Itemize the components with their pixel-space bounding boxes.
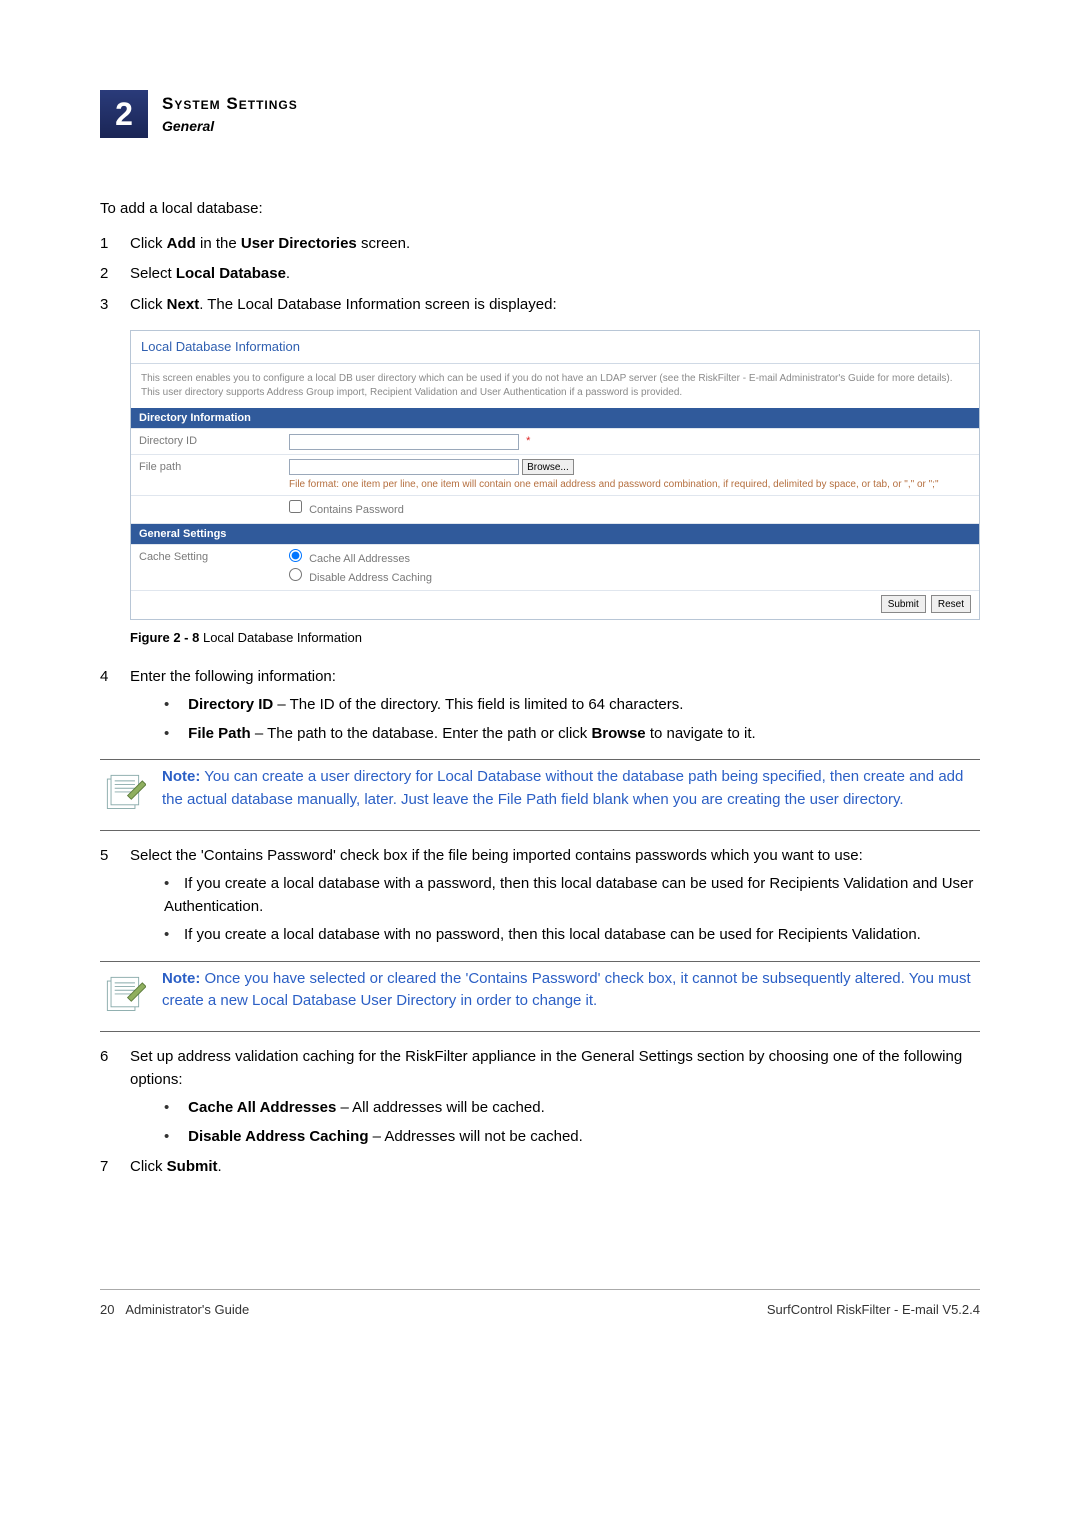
figure-caption-bold: Figure 2 - 8 xyxy=(130,630,199,645)
step-2-text-a: Select xyxy=(130,265,176,282)
step-7-text-a: Click xyxy=(130,1158,167,1175)
step-6-bullet-1: Cache All Addresses – All addresses will… xyxy=(160,1097,980,1120)
cache-all-label: Cache All Addresses xyxy=(309,553,410,565)
ldbi-title: Local Database Information xyxy=(131,331,979,364)
step-3-text-b: . The Local Database Information screen … xyxy=(199,296,556,313)
cache-setting-label: Cache Setting xyxy=(131,545,281,591)
footer-left: 20 Administrator's Guide xyxy=(100,1300,249,1320)
header-title: System Settings xyxy=(162,91,298,117)
header-text: System Settings General xyxy=(162,91,298,138)
step4-b1-rest: – The ID of the directory. This field is… xyxy=(273,696,683,713)
footer-rule xyxy=(100,1289,980,1290)
step4-b2-bold: File Path xyxy=(188,725,251,742)
chapter-number-box: 2 xyxy=(100,90,148,138)
step-5-bullet-1: If you create a local database with a pa… xyxy=(160,873,980,918)
step-1-text-b: in the xyxy=(196,235,241,252)
note-box-2: Note: Once you have selected or cleared … xyxy=(100,961,980,1033)
step-1-bold-userdir: User Directories xyxy=(241,235,357,252)
note-2-text: Note: Once you have selected or cleared … xyxy=(162,968,980,1013)
note-icon xyxy=(100,768,150,822)
directory-id-input[interactable] xyxy=(289,434,519,450)
step4-b2-bold2: Browse xyxy=(591,725,645,742)
footer-right: SurfControl RiskFilter - E-mail V5.2.4 xyxy=(767,1300,980,1320)
browse-button[interactable]: Browse... xyxy=(522,459,574,475)
step-3-text-a: Click xyxy=(130,296,167,313)
note-icon xyxy=(100,970,150,1024)
step4-b2-post: to navigate to it. xyxy=(646,725,756,742)
cache-all-radio[interactable] xyxy=(289,549,302,562)
footer-page-number: 20 xyxy=(100,1302,114,1317)
step4-b1-bold: Directory ID xyxy=(188,696,273,713)
submit-button[interactable]: Submit xyxy=(881,595,926,613)
step-4-text: Enter the following information: xyxy=(130,668,336,685)
directory-id-label: Directory ID xyxy=(131,429,281,455)
step-7-text-b: . xyxy=(218,1158,222,1175)
chapter-number: 2 xyxy=(115,90,133,138)
ldbi-section-general: General Settings xyxy=(131,523,979,545)
step-2-bold: Local Database xyxy=(176,265,286,282)
disable-caching-radio[interactable] xyxy=(289,568,302,581)
step6-b2-bold: Disable Address Caching xyxy=(188,1128,368,1145)
step-1-text-a: Click xyxy=(130,235,167,252)
step-1-text-c: screen. xyxy=(357,235,410,252)
contains-password-label: Contains Password xyxy=(309,504,404,516)
footer-left-text: Administrator's Guide xyxy=(125,1302,249,1317)
step6-b2-rest: – Addresses will not be cached. xyxy=(369,1128,583,1145)
step-3: Click Next. The Local Database Informati… xyxy=(100,294,980,648)
step-4: Enter the following information: Directo… xyxy=(100,666,980,831)
step-4-bullet-1: Directory ID – The ID of the directory. … xyxy=(160,694,980,717)
local-db-info-panel: Local Database Information This screen e… xyxy=(130,330,980,620)
note-1-body: You can create a user directory for Loca… xyxy=(162,768,963,808)
ldbi-description: This screen enables you to configure a l… xyxy=(131,364,979,408)
intro-text: To add a local database: xyxy=(100,198,980,221)
step-3-bold: Next xyxy=(167,296,200,313)
note-1-text: Note: You can create a user directory fo… xyxy=(162,766,980,811)
note-2-body: Once you have selected or cleared the 'C… xyxy=(162,970,971,1010)
file-format-hint: File format: one item per line, one item… xyxy=(289,478,971,491)
header-subtitle: General xyxy=(162,116,298,137)
step-2: Select Local Database. xyxy=(100,263,980,286)
note-2-label: Note: xyxy=(162,970,200,987)
note-box-1: Note: You can create a user directory fo… xyxy=(100,759,980,831)
note-1-label: Note: xyxy=(162,768,200,785)
reset-button[interactable]: Reset xyxy=(931,595,971,613)
disable-caching-label: Disable Address Caching xyxy=(309,572,432,584)
required-marker: * xyxy=(526,435,530,447)
step-5: Select the 'Contains Password' check box… xyxy=(100,845,980,1033)
figure-caption-rest: Local Database Information xyxy=(199,630,362,645)
step-5-text: Select the 'Contains Password' check box… xyxy=(130,847,863,864)
step6-b1-rest: – All addresses will be cached. xyxy=(336,1099,544,1116)
page-footer-section: 20 Administrator's Guide SurfControl Ris… xyxy=(100,1279,980,1320)
contains-password-checkbox[interactable] xyxy=(289,500,302,513)
figure-caption: Figure 2 - 8 Local Database Information xyxy=(130,628,980,648)
step-2-text-b: . xyxy=(286,265,290,282)
file-path-input[interactable] xyxy=(289,459,519,475)
step-7-bold: Submit xyxy=(167,1158,218,1175)
page-header: 2 System Settings General xyxy=(100,90,980,138)
step-4-bullet-2: File Path – The path to the database. En… xyxy=(160,723,980,746)
ldbi-section-directory-info: Directory Information xyxy=(131,408,979,429)
step-7: Click Submit. xyxy=(100,1156,980,1179)
step6-b1-bold: Cache All Addresses xyxy=(188,1099,336,1116)
step-5-bullet-2: If you create a local database with no p… xyxy=(160,924,980,947)
step-1: Click Add in the User Directories screen… xyxy=(100,233,980,256)
step4-b2-pre: – The path to the database. Enter the pa… xyxy=(251,725,592,742)
step-1-bold-add: Add xyxy=(167,235,196,252)
step-6-text: Set up address validation caching for th… xyxy=(130,1048,962,1088)
file-path-label: File path xyxy=(131,454,281,496)
step-6: Set up address validation caching for th… xyxy=(100,1046,980,1148)
step-6-bullet-2: Disable Address Caching – Addresses will… xyxy=(160,1126,980,1149)
